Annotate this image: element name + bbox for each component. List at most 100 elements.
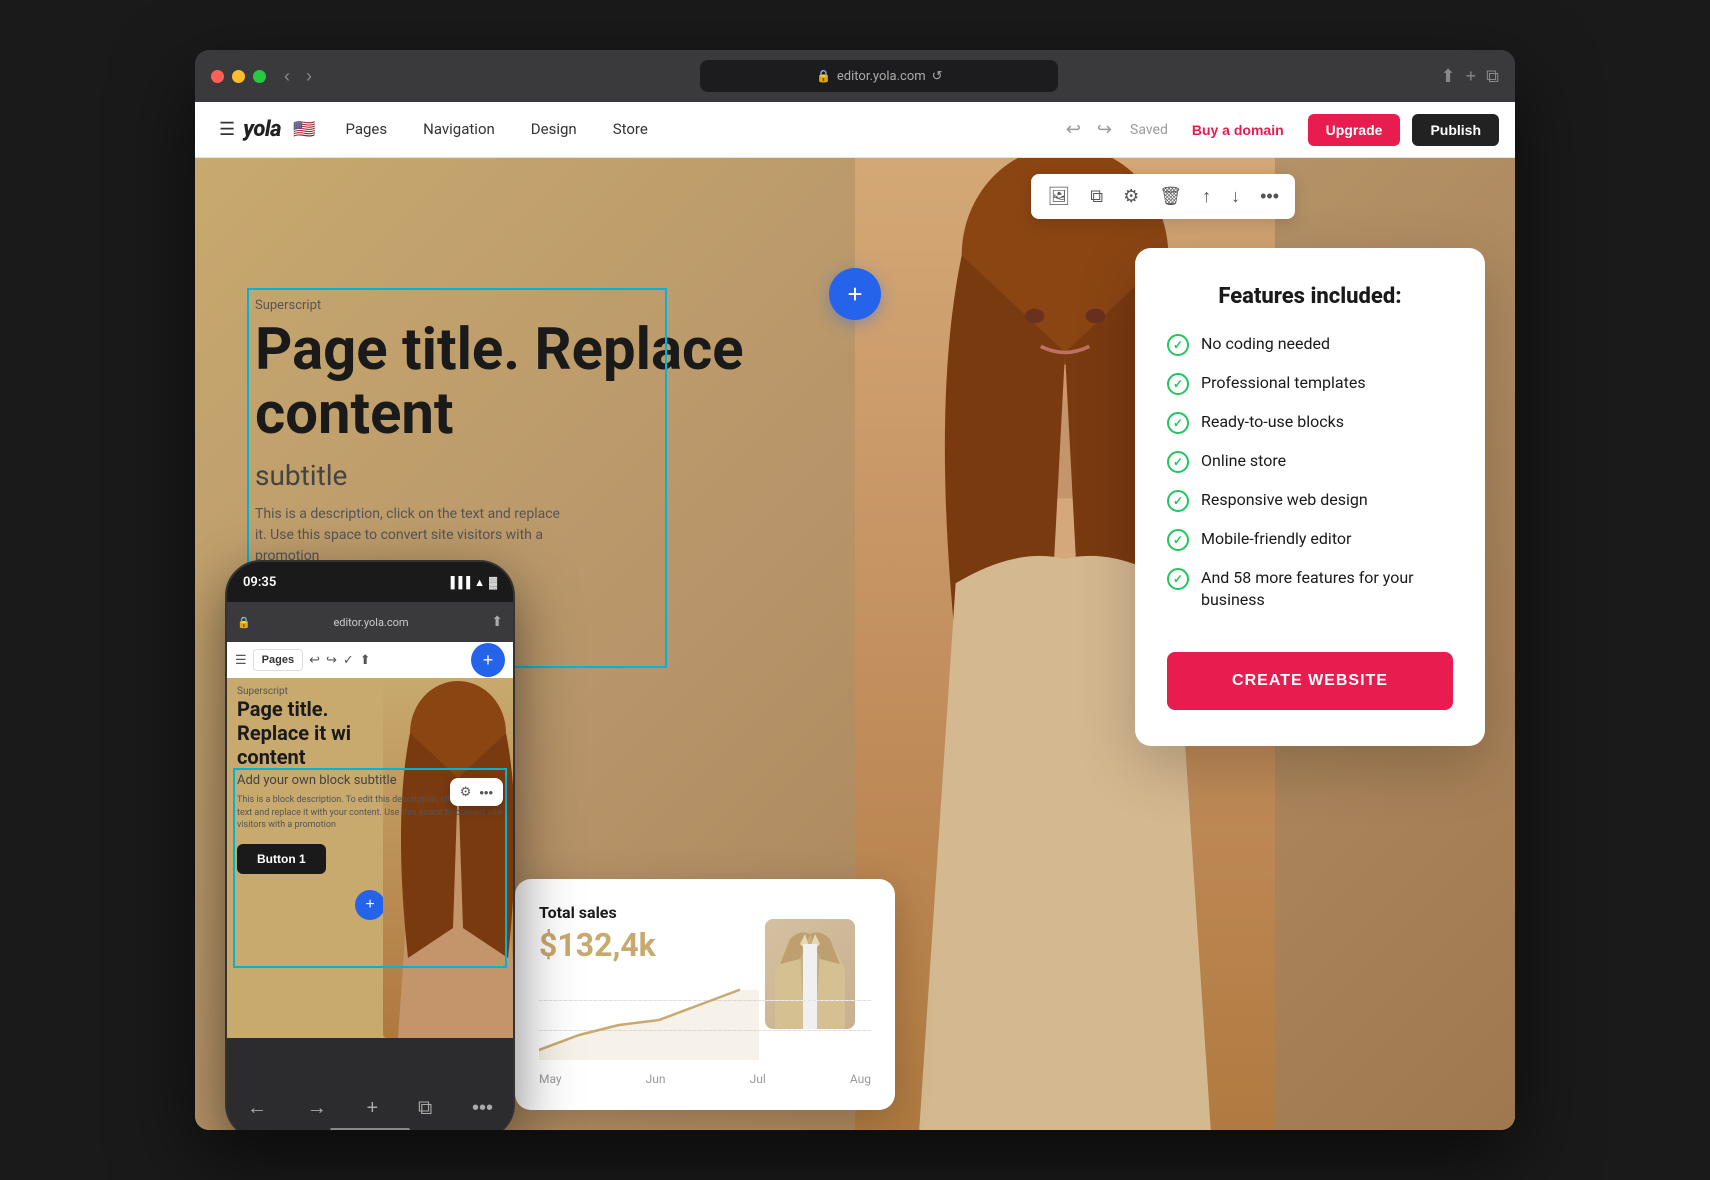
new-tab-button[interactable]: +: [1466, 66, 1477, 87]
ft-settings-button[interactable]: ⚙: [1119, 182, 1143, 211]
ft-more-button[interactable]: •••: [1256, 182, 1283, 211]
plus-icon: +: [847, 279, 862, 310]
nav-store[interactable]: Store: [595, 102, 666, 158]
page-title[interactable]: Page title. Replacecontent: [255, 319, 744, 447]
traffic-lights: [211, 70, 266, 83]
redo-button[interactable]: ↪: [1091, 113, 1118, 146]
feature-item-7: And 58 more features for your business: [1167, 567, 1453, 612]
browser-window: ‹ › 🔒 editor.yola.com ↺ ⬆ + ⧉ ☰ yola 🇺🇸 …: [195, 50, 1515, 1130]
share-button[interactable]: ⬆: [1441, 66, 1456, 87]
add-section-button[interactable]: +: [829, 268, 881, 320]
ft-delete-button[interactable]: 🗑: [1155, 182, 1186, 211]
page-description[interactable]: This is a description, click on the text…: [255, 504, 575, 567]
tabs-button[interactable]: ⧉: [1486, 66, 1499, 87]
nav-navigation[interactable]: Navigation: [405, 102, 513, 158]
phone-cm-more[interactable]: •••: [479, 784, 493, 800]
phone-address-text: editor.yola.com: [259, 616, 484, 629]
phone-screen: 🔒 editor.yola.com ⬆ ☰ Pages ↩ ↪ ✓ ⬆ +: [227, 602, 513, 1078]
editor-text-block: Superscript Page title. Replacecontent s…: [255, 298, 744, 567]
phone-undo[interactable]: ↩: [309, 652, 320, 668]
check-icon-3: [1167, 412, 1189, 434]
address-bar[interactable]: 🔒 editor.yola.com ↺: [700, 60, 1058, 92]
ft-up-button[interactable]: ↑: [1198, 182, 1215, 211]
yola-logo: yola: [243, 117, 281, 142]
feature-item-5: Responsive web design: [1167, 489, 1453, 512]
check-icon-6: [1167, 529, 1189, 551]
phone-bottom-bar: ← → + ⧉ •••: [227, 1078, 513, 1130]
phone-cm-settings[interactable]: ⚙: [460, 784, 472, 800]
close-traffic-light[interactable]: [211, 70, 224, 83]
phone-menu-button[interactable]: •••: [472, 1097, 493, 1120]
check-icon-5: [1167, 490, 1189, 512]
browser-back-button[interactable]: ‹: [278, 62, 296, 91]
wifi-icon: ▲: [474, 576, 485, 589]
signal-icon: ▐▐▐: [447, 576, 470, 589]
upgrade-button[interactable]: Upgrade: [1308, 114, 1401, 146]
check-icon-4: [1167, 451, 1189, 473]
feature-label-2: Professional templates: [1201, 372, 1366, 394]
nav-design[interactable]: Design: [513, 102, 595, 158]
phone-tabs-button[interactable]: ⧉: [418, 1097, 432, 1120]
lock-icon: 🔒: [816, 69, 831, 83]
minimize-traffic-light[interactable]: [232, 70, 245, 83]
publish-button[interactable]: Publish: [1412, 114, 1499, 146]
phone-button-1[interactable]: Button 1: [237, 844, 326, 874]
mobile-phone: 09:35 ▐▐▐ ▲ ▓ 🔒 editor.yola.com ⬆ ☰: [225, 560, 515, 1130]
phone-add-button[interactable]: +: [471, 643, 505, 677]
phone-context-menu: ⚙ •••: [450, 778, 503, 806]
undo-button[interactable]: ↩: [1060, 113, 1087, 146]
phone-forward-button[interactable]: →: [307, 1097, 327, 1120]
feature-label-6: Mobile-friendly editor: [1201, 528, 1351, 550]
create-website-button[interactable]: CREATE WEBSITE: [1167, 652, 1453, 710]
phone-mini-add-button[interactable]: +: [355, 890, 385, 920]
flag-icon: 🇺🇸: [293, 119, 315, 140]
ft-down-button[interactable]: ↓: [1227, 182, 1244, 211]
phone-status-icons: ▐▐▐ ▲ ▓: [447, 576, 497, 589]
phone-page-title[interactable]: Page title.Replace it wicontent: [237, 697, 503, 769]
page-subtitle[interactable]: subtitle: [255, 459, 744, 492]
toolbar-nav: Pages Navigation Design Store: [327, 102, 665, 158]
phone-share[interactable]: ⬆: [360, 652, 371, 668]
phone-back-button[interactable]: ←: [247, 1097, 267, 1120]
phone-time: 09:35: [243, 575, 276, 590]
feature-item-3: Ready-to-use blocks: [1167, 411, 1453, 434]
browser-actions: ⬆ + ⧉: [1441, 66, 1499, 87]
phone-redo[interactable]: ↪: [326, 652, 337, 668]
features-card: Features included: No coding needed Prof…: [1135, 248, 1485, 746]
sales-label-jun: Jun: [646, 1072, 666, 1086]
ft-image-button[interactable]: 🖼: [1043, 182, 1074, 211]
nav-pages[interactable]: Pages: [327, 102, 405, 158]
phone-hamburger[interactable]: ☰: [235, 652, 247, 668]
feature-label-5: Responsive web design: [1201, 489, 1368, 511]
feature-item-6: Mobile-friendly editor: [1167, 528, 1453, 551]
phone-superscript-label: Superscript: [237, 686, 503, 697]
phone-toolbar: ☰ Pages ↩ ↪ ✓ ⬆ +: [227, 642, 513, 678]
feature-item-2: Professional templates: [1167, 372, 1453, 395]
saved-status: Saved: [1130, 122, 1168, 138]
sales-label-aug: Aug: [850, 1072, 871, 1086]
browser-nav-arrows: ‹ ›: [278, 62, 318, 91]
reload-icon: ↺: [932, 69, 943, 84]
phone-new-tab-button[interactable]: +: [367, 1097, 379, 1120]
feature-label-1: No coding needed: [1201, 333, 1330, 355]
phone-pages-button[interactable]: Pages: [253, 649, 303, 671]
browser-forward-button[interactable]: ›: [300, 62, 318, 91]
fullscreen-traffic-light[interactable]: [253, 70, 266, 83]
phone-editor-area: ⚙ •••: [227, 678, 513, 1038]
ft-copy-button[interactable]: ⧉: [1086, 182, 1107, 211]
toolbar-right: ↩ ↪ Saved Buy a domain Upgrade Publish: [1060, 113, 1499, 146]
address-text: editor.yola.com: [837, 69, 926, 84]
sales-label-jul: Jul: [750, 1072, 766, 1086]
app-toolbar: ☰ yola 🇺🇸 Pages Navigation Design Store …: [195, 102, 1515, 158]
feature-item-1: No coding needed: [1167, 333, 1453, 356]
superscript-label: Superscript: [255, 298, 744, 313]
phone-status-bar: 09:35 ▐▐▐ ▲ ▓: [227, 562, 513, 602]
check-icon-7: [1167, 568, 1189, 590]
hamburger-menu-button[interactable]: ☰: [211, 111, 243, 148]
features-title: Features included:: [1167, 284, 1453, 309]
editor-content: 🖼 ⧉ ⚙ 🗑 ↑ ↓ ••• + Superscript Page title…: [195, 158, 1515, 1130]
feature-label-3: Ready-to-use blocks: [1201, 411, 1344, 433]
buy-domain-button[interactable]: Buy a domain: [1180, 114, 1296, 146]
phone-check[interactable]: ✓: [343, 652, 354, 668]
check-icon-2: [1167, 373, 1189, 395]
